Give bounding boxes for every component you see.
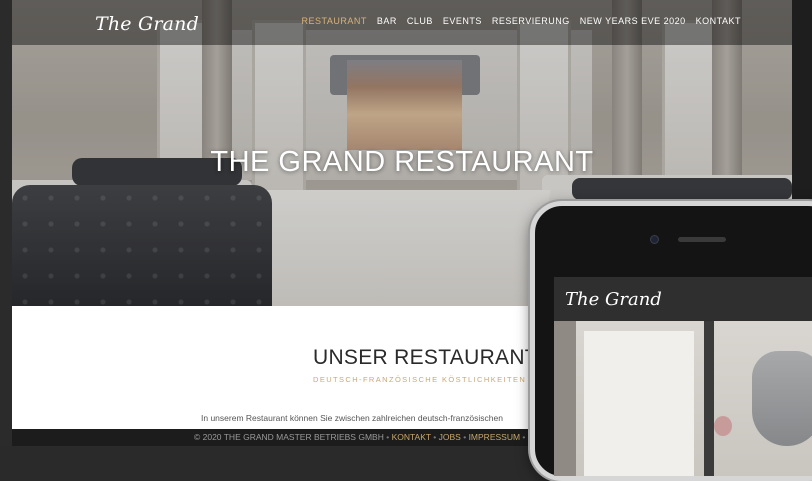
main-navigation: The Grand RESTAURANT BAR CLUB EVENTS RES… bbox=[12, 0, 792, 45]
nav-item-events[interactable]: EVENTS bbox=[443, 16, 482, 26]
footer-link-kontakt[interactable]: KONTAKT bbox=[392, 432, 431, 442]
phone-mockup: The Grand bbox=[530, 201, 812, 481]
phone-logo[interactable]: The Grand bbox=[565, 289, 662, 310]
section-subtitle: DEUTSCH-FRANZÖSISCHE KÖSTLICHKEITEN bbox=[313, 375, 527, 384]
hero-title: THE GRAND RESTAURANT bbox=[210, 146, 594, 178]
footer-link-impressum[interactable]: IMPRESSUM bbox=[469, 432, 520, 442]
left-frame bbox=[0, 0, 12, 446]
phone-hero-image bbox=[554, 321, 812, 476]
footer-link-jobs[interactable]: JOBS bbox=[439, 432, 461, 442]
nav-item-club[interactable]: CLUB bbox=[407, 16, 433, 26]
nav-menu: RESTAURANT BAR CLUB EVENTS RESERVIERUNG … bbox=[302, 16, 741, 26]
section-text: In unserem Restaurant können Sie zwische… bbox=[201, 413, 503, 423]
site-logo[interactable]: The Grand bbox=[95, 13, 199, 35]
chandelier bbox=[752, 351, 812, 446]
footer-copyright: © 2020 THE GRAND MASTER BETRIEBS GMBH bbox=[194, 432, 384, 442]
nav-item-new-years-eve[interactable]: NEW YEARS EVE 2020 bbox=[580, 16, 686, 26]
nav-item-restaurant[interactable]: RESTAURANT bbox=[302, 16, 367, 26]
nav-item-kontakt[interactable]: KONTAKT bbox=[696, 16, 741, 26]
section-title: UNSER RESTAURANT bbox=[313, 346, 538, 369]
nav-item-reservierung[interactable]: RESERVIERUNG bbox=[492, 16, 570, 26]
phone-header: The Grand bbox=[554, 277, 812, 321]
phone-screen: The Grand bbox=[554, 277, 812, 476]
nav-item-bar[interactable]: BAR bbox=[377, 16, 397, 26]
speaker-grille bbox=[678, 237, 726, 242]
camera-icon bbox=[650, 235, 659, 244]
